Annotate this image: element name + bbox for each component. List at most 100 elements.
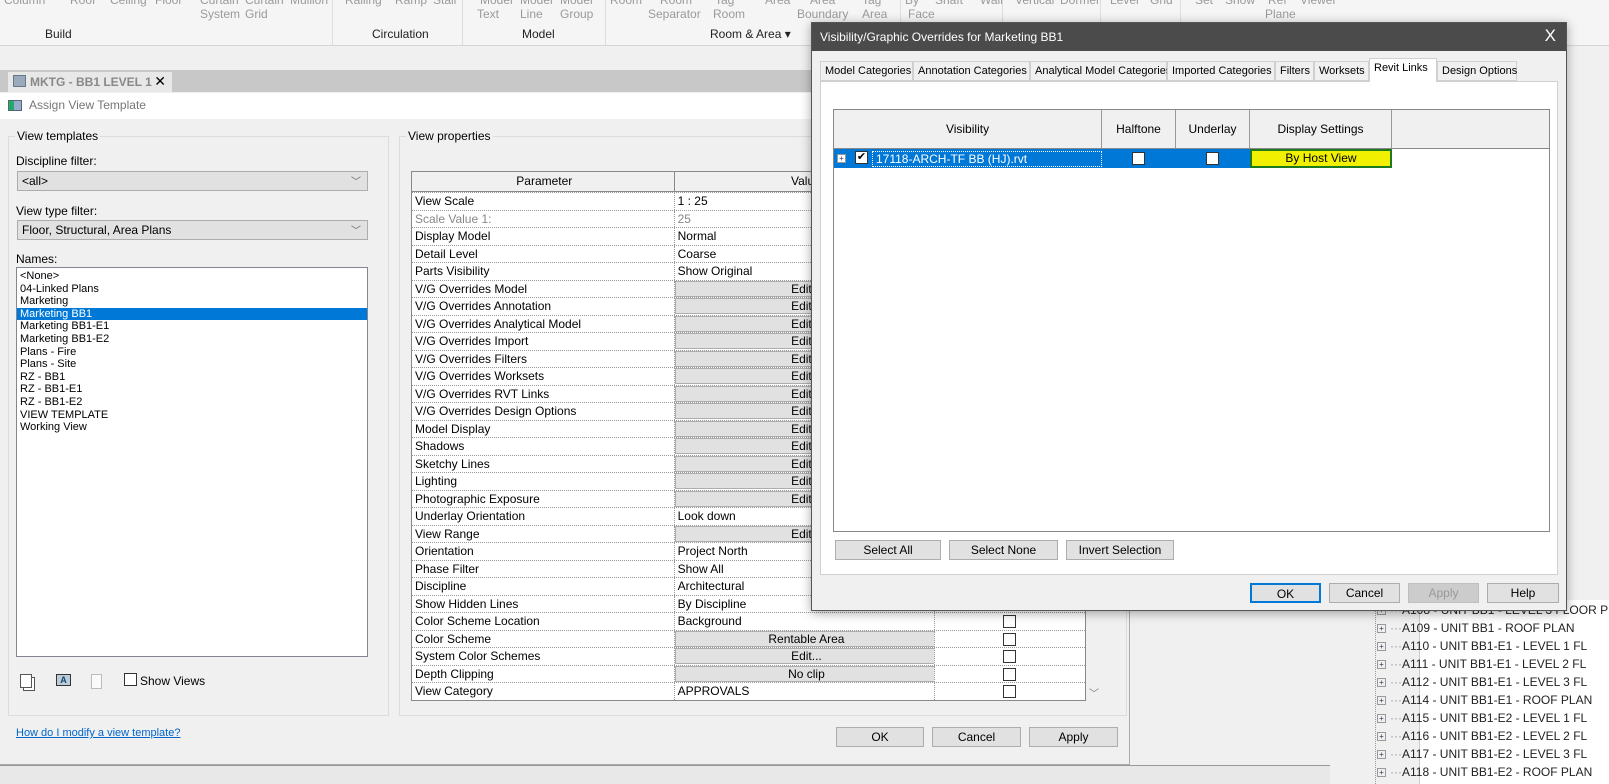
ribbon-item[interactable]: Floor — [155, 0, 182, 7]
list-item[interactable]: Working View — [17, 421, 367, 434]
expand-icon[interactable]: + — [1377, 696, 1386, 706]
select-all-button[interactable]: Select All — [835, 540, 941, 560]
help-link[interactable]: How do I modify a view template? — [16, 727, 180, 739]
close-tab-icon[interactable]: ✕ — [154, 73, 166, 90]
expand-icon[interactable]: + — [1377, 624, 1386, 634]
ribbon-item[interactable]: Curtain — [200, 0, 239, 7]
parameter-value[interactable]: APPROVALS — [675, 683, 936, 700]
browser-item[interactable]: + ···A115 - UNIT BB1-E2 - LEVEL 1 FL — [1377, 711, 1587, 725]
expand-icon[interactable]: + — [1377, 732, 1386, 742]
expand-icon[interactable]: + — [1377, 750, 1386, 760]
browser-item[interactable]: + ···A117 - UNIT BB1-E2 - LEVEL 3 FL — [1377, 747, 1587, 761]
list-item[interactable]: Marketing — [17, 295, 367, 308]
list-item[interactable]: 04-Linked Plans — [17, 283, 367, 296]
ribbon-item[interactable]: Area — [765, 0, 790, 7]
tab-worksets[interactable]: Worksets — [1314, 61, 1369, 81]
ribbon-item[interactable]: Ref — [1268, 0, 1287, 7]
parameter-value[interactable]: Background — [675, 613, 936, 630]
apply-button[interactable]: Apply — [1029, 727, 1118, 747]
list-item[interactable]: Plans - Fire — [17, 346, 367, 359]
duplicate-icon[interactable] — [20, 674, 32, 688]
ribbon-item[interactable]: Model — [480, 0, 513, 7]
browser-item[interactable]: + ···A118 - UNIT BB1-E2 - ROOF PLAN — [1377, 765, 1592, 779]
ribbon-item[interactable]: Grid — [1150, 0, 1173, 7]
ribbon-item[interactable]: Room — [610, 0, 642, 7]
select-none-button[interactable]: Select None — [949, 540, 1058, 560]
ribbon-item[interactable]: Tag — [862, 0, 881, 7]
expand-icon[interactable]: + — [1377, 642, 1386, 652]
ok-button[interactable]: OK — [836, 727, 924, 747]
ribbon-item[interactable]: Dormer — [1060, 0, 1100, 7]
list-item[interactable]: <None> — [17, 270, 367, 283]
show-views-checkbox[interactable] — [124, 673, 137, 686]
expand-icon[interactable]: + — [1377, 660, 1386, 670]
table-row[interactable]: + ✔ 17118-ARCH-TF BB (HJ).rvt By Host Vi… — [834, 149, 1392, 168]
scroll-down-icon[interactable]: ﹀ — [1089, 685, 1099, 700]
help-button[interactable]: Help — [1487, 583, 1559, 603]
list-item[interactable]: RZ - BB1 — [17, 371, 367, 384]
ribbon-item[interactable]: Show — [1225, 0, 1255, 7]
include-checkbox[interactable] — [1003, 650, 1017, 663]
list-item[interactable]: RZ - BB1-E2 — [17, 396, 367, 409]
ribbon-item[interactable]: Shaft — [935, 0, 963, 7]
display-settings-button[interactable]: By Host View — [1250, 149, 1392, 168]
ribbon-item[interactable]: Tag — [715, 0, 734, 7]
cancel-button[interactable]: Cancel — [932, 727, 1021, 747]
view-type-filter-select[interactable]: Floor, Structural, Area Plans ﹀ — [17, 220, 368, 240]
tab-analytical-model-categories[interactable]: Analytical Model Categories — [1030, 61, 1171, 81]
tab-revit-links[interactable]: Revit Links — [1369, 58, 1437, 82]
ribbon-item[interactable]: Wall — [980, 0, 1003, 7]
ribbon-item[interactable]: Viewer — [1300, 0, 1336, 7]
ribbon-item[interactable]: Level — [1110, 0, 1139, 7]
include-checkbox[interactable] — [1003, 667, 1017, 681]
document-tab[interactable]: MKTG - BB1 LEVEL 1 ✕ — [8, 72, 172, 92]
browser-item[interactable]: + ···A116 - UNIT BB1-E2 - LEVEL 2 FL — [1377, 729, 1587, 743]
close-icon[interactable]: X — [1545, 26, 1556, 46]
list-item[interactable]: Plans - Site — [17, 358, 367, 371]
underlay-checkbox[interactable] — [1206, 152, 1219, 165]
expand-icon[interactable]: + — [1377, 678, 1386, 688]
visibility-checkbox[interactable]: ✔ — [855, 151, 868, 164]
list-item[interactable]: VIEW TEMPLATE — [17, 409, 367, 422]
include-checkbox[interactable] — [1003, 685, 1017, 698]
edit-button[interactable]: Edit... — [674, 648, 935, 664]
apply-button[interactable]: Apply — [1408, 583, 1479, 603]
ribbon-item[interactable]: Ceiling — [110, 0, 147, 7]
ribbon-item[interactable]: Room — [660, 0, 692, 7]
ribbon-item[interactable]: Curtain — [245, 0, 284, 7]
list-item[interactable]: Marketing BB1 — [17, 307, 367, 321]
browser-item[interactable]: + ···A112 - UNIT BB1-E1 - LEVEL 3 FL — [1377, 675, 1587, 689]
ribbon-item[interactable]: Model — [560, 0, 593, 7]
cancel-button[interactable]: Cancel — [1329, 583, 1400, 603]
browser-item[interactable]: + ···A111 - UNIT BB1-E1 - LEVEL 2 FL — [1377, 657, 1586, 671]
tab-imported-categories[interactable]: Imported Categories — [1167, 61, 1275, 81]
ribbon-item[interactable]: By — [905, 0, 919, 7]
expand-icon[interactable]: + — [1377, 714, 1386, 724]
rename-icon[interactable]: A — [56, 674, 71, 686]
list-item[interactable]: RZ - BB1-E1 — [17, 383, 367, 396]
ribbon-item[interactable]: Column — [4, 0, 45, 7]
include-checkbox[interactable] — [1003, 615, 1017, 628]
browser-item[interactable]: + ···A109 - UNIT BB1 - ROOF PLAN — [1377, 621, 1575, 635]
tab-annotation-categories[interactable]: Annotation Categories — [913, 61, 1030, 81]
tab-model-categories[interactable]: Model Categories — [820, 61, 913, 81]
ribbon-item[interactable]: Roof — [70, 0, 95, 7]
list-item[interactable]: Marketing BB1-E2 — [17, 333, 367, 346]
edit-button[interactable]: No clip — [674, 665, 935, 682]
expand-icon[interactable]: + — [837, 154, 846, 163]
ribbon-item[interactable]: Model — [520, 0, 553, 7]
ribbon-item[interactable]: Area — [810, 0, 835, 7]
ribbon-item[interactable]: Railing — [345, 0, 382, 7]
browser-item[interactable]: + ···A110 - UNIT BB1-E1 - LEVEL 1 FL — [1377, 639, 1587, 653]
names-listbox[interactable]: <None> 04-Linked Plans Marketing Marketing … — [16, 267, 368, 657]
discipline-filter-select[interactable]: <all> ﹀ — [17, 171, 368, 191]
delete-icon[interactable] — [91, 674, 102, 689]
ok-button[interactable]: OK — [1250, 583, 1321, 603]
include-checkbox[interactable] — [1003, 632, 1017, 646]
edit-button[interactable]: Rentable Area — [674, 630, 935, 647]
tab-filters[interactable]: Filters — [1275, 61, 1314, 81]
ribbon-item[interactable]: Set — [1195, 0, 1213, 7]
tab-design-options[interactable]: Design Options — [1437, 61, 1517, 81]
ribbon-item[interactable]: Ramp — [395, 0, 427, 7]
halftone-checkbox[interactable] — [1132, 152, 1145, 165]
